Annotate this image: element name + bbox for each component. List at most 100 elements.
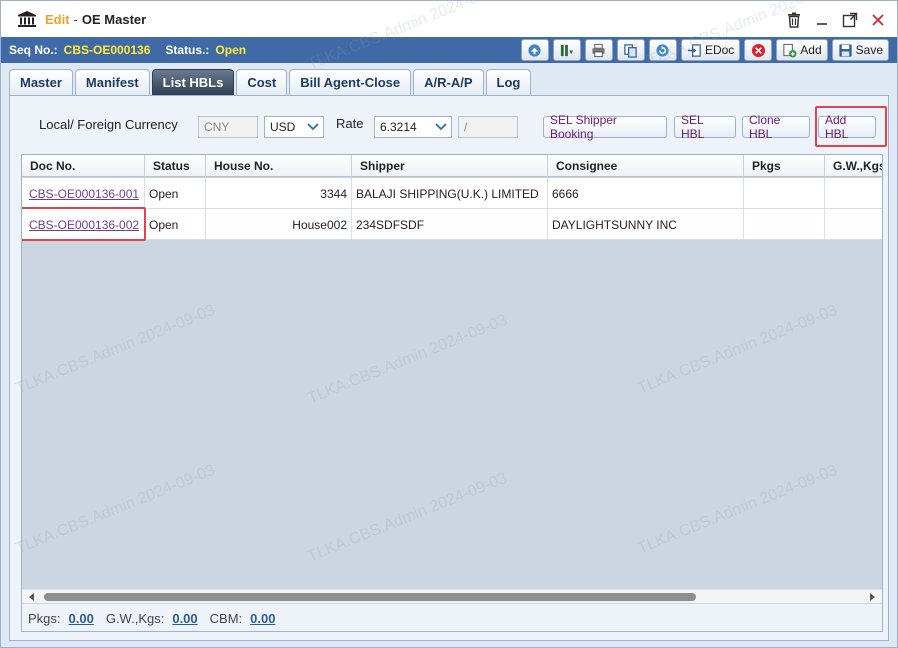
house-no-cell: House002 xyxy=(206,209,352,240)
edoc-button[interactable]: EDoc xyxy=(680,39,741,61)
edoc-label: EDoc xyxy=(704,43,735,57)
col-pkgs[interactable]: Pkgs xyxy=(744,155,825,177)
house-no-cell: 3344 xyxy=(206,178,352,209)
window-title: OE Master xyxy=(81,11,147,27)
local-currency-field: CNY xyxy=(198,116,258,138)
horizontal-scrollbar[interactable] xyxy=(22,589,882,603)
currency-label: Local/ Foreign Currency xyxy=(39,117,178,132)
list-hbls-panel: Local/ Foreign Currency CNY USD Rate 6.3… xyxy=(9,95,889,641)
print-button[interactable] xyxy=(584,39,613,61)
status-cell: Open xyxy=(145,178,206,209)
tab-label: Bill Agent-Close xyxy=(300,75,401,90)
foreign-currency-select[interactable]: USD xyxy=(264,116,324,138)
minimize-icon xyxy=(817,23,827,25)
copy-button[interactable] xyxy=(616,39,645,61)
tab-bill-agent-close[interactable]: Bill Agent-Close xyxy=(289,69,412,95)
rate-extra-field: / xyxy=(458,116,518,138)
col-house-no[interactable]: House No. xyxy=(206,155,352,177)
doc-no-link[interactable]: CBS-OE000136-002 xyxy=(26,218,139,232)
clone-hbl-button[interactable]: Clone HBL xyxy=(742,113,810,141)
col-shipper[interactable]: Shipper xyxy=(352,155,548,177)
tab-label: List HBLs xyxy=(162,75,224,90)
column-settings-button[interactable] xyxy=(552,39,581,61)
seq-status-bar: Seq No.: CBS-OE000136 Status.: Open EDoc xyxy=(1,37,897,63)
close-icon xyxy=(872,14,884,26)
gw-cell xyxy=(825,178,882,209)
totals-summary: Pkgs: 0.00 G.W.,Kgs: 0.00 CBM: 0.00 xyxy=(22,604,882,631)
seq-no-label: Seq No.: xyxy=(9,43,58,57)
add-hbl-button[interactable]: Add HBL xyxy=(818,113,876,141)
rate-select[interactable]: 6.3214 xyxy=(374,116,452,138)
scroll-right-icon[interactable] xyxy=(866,591,878,603)
tab-label: Master xyxy=(20,75,62,90)
cancel-button[interactable] xyxy=(744,39,773,61)
rate-label: Rate xyxy=(336,116,364,131)
save-button[interactable]: Save xyxy=(831,39,889,61)
pkgs-cell xyxy=(744,178,825,209)
add-doc-icon xyxy=(783,43,797,58)
toolbar: EDoc Add Save xyxy=(520,39,889,61)
maximize-icon xyxy=(842,12,858,28)
tab-ar-ap[interactable]: A/R-A/P xyxy=(413,69,484,95)
tab-label: Log xyxy=(496,75,521,90)
columns-icon xyxy=(561,44,574,56)
cancel-circle-icon xyxy=(751,43,765,57)
tab-list-hbls[interactable]: List HBLs xyxy=(151,69,235,95)
chevron-down-icon xyxy=(431,117,451,137)
consignee-cell: 6666 xyxy=(548,178,744,209)
status-cell: Open xyxy=(145,209,206,240)
tab-cost[interactable]: Cost xyxy=(236,69,288,95)
scrollbar-thumb[interactable] xyxy=(44,593,696,601)
close-button[interactable] xyxy=(869,11,887,29)
minimize-button[interactable] xyxy=(813,11,831,29)
gw-total-value[interactable]: 0.00 xyxy=(172,611,197,626)
col-status[interactable]: Status xyxy=(145,155,206,177)
trash-icon xyxy=(788,12,800,28)
table-row[interactable]: CBS-OE000136-002 Open House002 234SDFSDF… xyxy=(22,209,882,240)
status-label: Status.: xyxy=(165,43,210,57)
refresh-button[interactable] xyxy=(648,39,677,61)
delete-window-button[interactable] xyxy=(785,11,803,29)
consignee-cell: DAYLIGHTSUNNY INC xyxy=(548,209,744,240)
scroll-left-icon[interactable] xyxy=(26,591,38,603)
share-cloud-icon xyxy=(528,43,542,57)
gw-cell xyxy=(825,209,882,240)
title-bar: Edit - OE Master xyxy=(1,1,897,37)
seq-no-value: CBS-OE000136 xyxy=(63,43,151,57)
foreign-currency-value: USD xyxy=(270,120,296,134)
cbm-total-value[interactable]: 0.00 xyxy=(250,611,275,626)
printer-icon xyxy=(592,43,606,57)
shipper-cell: BALAJI SHIPPING(U.K.) LIMITED xyxy=(352,178,548,209)
currency-filter-row: Local/ Foreign Currency CNY USD Rate 6.3… xyxy=(10,96,888,152)
tab-label: Manifest xyxy=(85,75,139,90)
maximize-button[interactable] xyxy=(841,11,859,29)
sel-shipper-booking-button[interactable]: SEL Shipper Booking xyxy=(543,113,667,141)
refresh-icon xyxy=(656,43,670,57)
cbm-total-label: CBM: xyxy=(209,610,243,626)
chevron-down-icon xyxy=(303,117,323,137)
save-icon xyxy=(839,43,852,57)
title-separator: - xyxy=(73,11,78,27)
tab-master[interactable]: Master xyxy=(9,69,73,95)
sel-hbl-button[interactable]: SEL HBL xyxy=(674,113,736,141)
save-label: Save xyxy=(855,43,883,57)
tab-log[interactable]: Log xyxy=(485,69,532,95)
oe-master-window: Edit - OE Master Seq No.: CBS-OE000136 S… xyxy=(0,0,898,648)
add-label: Add xyxy=(800,43,822,57)
col-doc-no[interactable]: Doc No. xyxy=(22,155,145,177)
share-button[interactable] xyxy=(520,39,549,61)
edit-mode-label: Edit xyxy=(45,11,70,27)
pkgs-cell xyxy=(744,209,825,240)
tab-manifest[interactable]: Manifest xyxy=(74,69,150,95)
tab-strip: Master Manifest List HBLs Cost Bill Agen… xyxy=(9,69,532,95)
shipper-cell: 234SDFSDF xyxy=(352,209,548,240)
col-consignee[interactable]: Consignee xyxy=(548,155,744,177)
pkgs-total-value[interactable]: 0.00 xyxy=(69,611,94,626)
add-button[interactable]: Add xyxy=(776,39,828,61)
col-gw-kgs[interactable]: G.W.,Kgs xyxy=(825,155,882,177)
hbl-grid: Doc No. Status House No. Shipper Consign… xyxy=(21,154,883,632)
bank-icon xyxy=(18,11,36,27)
window-controls xyxy=(785,11,887,29)
table-row[interactable]: CBS-OE000136-001 Open 3344 BALAJI SHIPPI… xyxy=(22,178,882,209)
doc-no-link[interactable]: CBS-OE000136-001 xyxy=(26,187,139,201)
